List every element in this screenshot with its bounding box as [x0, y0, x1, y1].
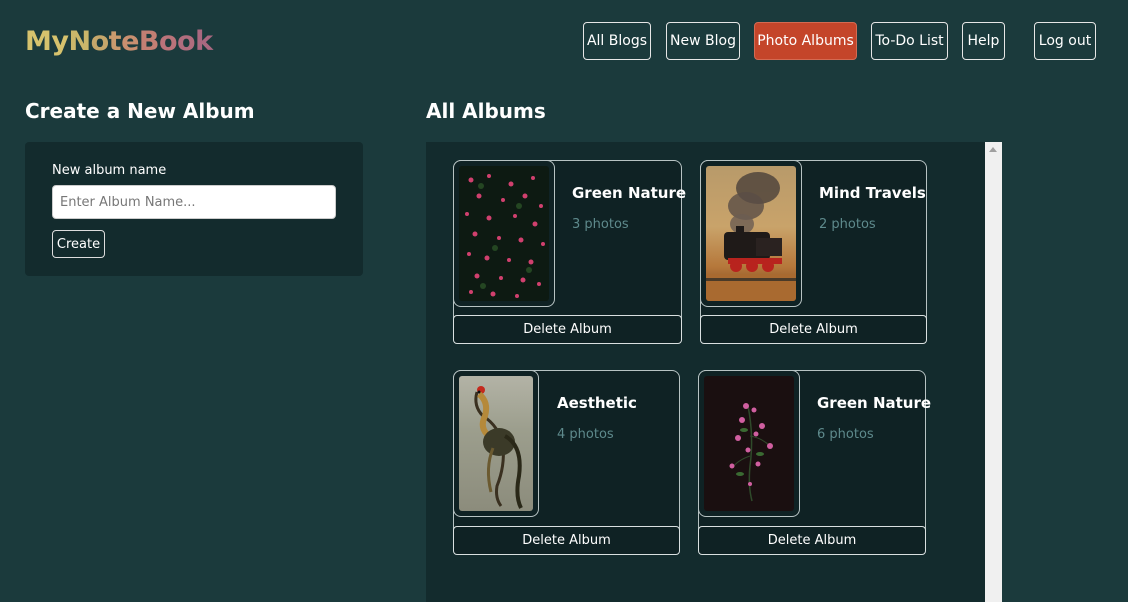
- nav-new-blog-button[interactable]: New Blog: [666, 22, 740, 60]
- pink-flower-branch-icon: [704, 376, 794, 511]
- album-card: Aesthetic 4 photos Delete Album: [453, 370, 680, 555]
- create-album-title: Create a New Album: [25, 99, 255, 123]
- logo-letter: N: [68, 26, 91, 57]
- logo-letter: t: [108, 26, 122, 57]
- album-name: Aesthetic: [557, 394, 637, 412]
- app-logo[interactable]: MyNoteBook: [25, 26, 213, 57]
- logo-letter: B: [138, 26, 160, 57]
- albums-list-panel: Green Nature 3 photos Delete Album Mind …: [426, 142, 1002, 602]
- create-album-panel: New album name Create: [25, 142, 363, 276]
- delete-album-button[interactable]: Delete Album: [453, 526, 680, 555]
- nav-todo-list-button[interactable]: To-Do List: [871, 22, 948, 60]
- pink-flowers-icon: [459, 166, 549, 301]
- logo-letter: e: [121, 26, 139, 57]
- nav-all-blogs-button[interactable]: All Blogs: [583, 22, 651, 60]
- album-name: Green Nature: [572, 184, 687, 202]
- album-card: Green Nature 6 photos Delete Album: [698, 370, 931, 555]
- steam-train-icon: [706, 166, 796, 301]
- delete-album-button[interactable]: Delete Album: [698, 526, 926, 555]
- album-photo-count: 4 photos: [557, 427, 614, 442]
- logo-letter: o: [177, 26, 196, 57]
- album-name-label: New album name: [52, 163, 167, 178]
- album-photo-count: 2 photos: [819, 217, 876, 232]
- album-thumbnail[interactable]: [453, 160, 555, 307]
- logo-letter: k: [195, 26, 213, 57]
- all-albums-title: All Albums: [426, 99, 546, 123]
- album-name-input[interactable]: [52, 185, 336, 219]
- album-card: Mind Travels 2 photos Delete Album: [700, 160, 927, 344]
- album-thumbnail[interactable]: [698, 370, 800, 517]
- delete-album-button[interactable]: Delete Album: [700, 315, 927, 344]
- create-album-button[interactable]: Create: [52, 230, 105, 258]
- album-card: Green Nature 3 photos Delete Album: [453, 160, 686, 344]
- album-photo-count: 6 photos: [817, 427, 874, 442]
- logout-button[interactable]: Log out: [1034, 22, 1096, 60]
- albums-scrollbar[interactable]: [985, 142, 1002, 602]
- nav-help-button[interactable]: Help: [962, 22, 1005, 60]
- logo-letter: M: [25, 26, 52, 57]
- album-photo-count: 3 photos: [572, 217, 629, 232]
- album-thumbnail[interactable]: [453, 370, 539, 517]
- album-name: Green Nature: [817, 394, 932, 412]
- logo-letter: o: [158, 26, 178, 57]
- rooster-icon: [459, 376, 533, 511]
- logo-letter: y: [51, 26, 69, 57]
- logo-letter: o: [90, 26, 110, 57]
- album-name: Mind Travels: [819, 184, 926, 202]
- nav-photo-albums-button[interactable]: Photo Albums: [754, 22, 857, 60]
- scroll-up-arrow-icon[interactable]: [989, 147, 997, 152]
- album-thumbnail[interactable]: [700, 160, 802, 307]
- delete-album-button[interactable]: Delete Album: [453, 315, 682, 344]
